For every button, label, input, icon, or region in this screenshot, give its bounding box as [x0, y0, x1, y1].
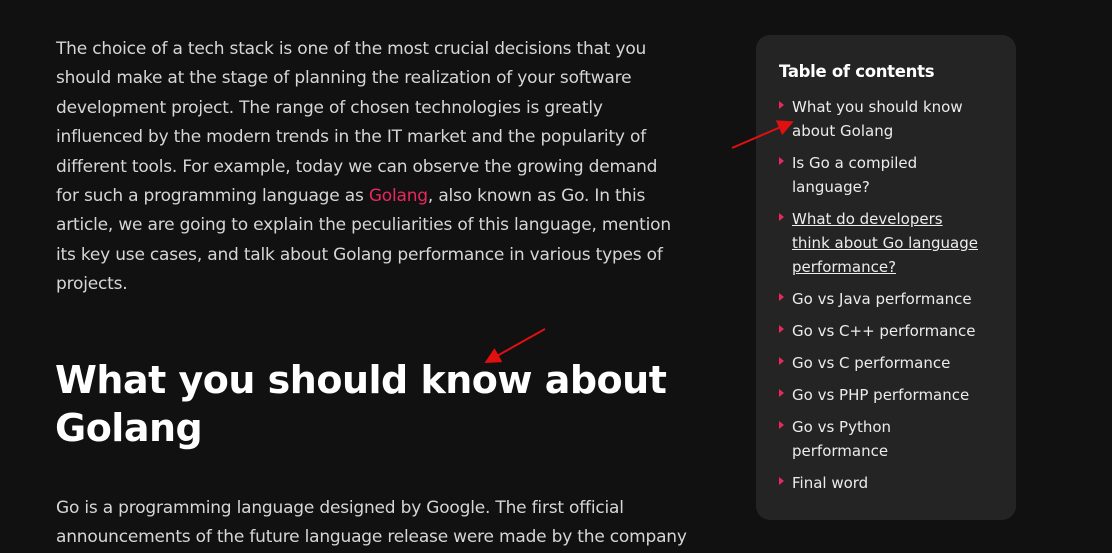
text-segment: for such a programming language as — [56, 185, 369, 206]
golang-link[interactable]: Golang — [369, 186, 428, 206]
bullet-triangle-icon — [779, 157, 784, 165]
text-line: announcements of the future language rel… — [56, 527, 687, 548]
toc-item-label: What do developers think about Go langua… — [792, 207, 1008, 279]
toc-item-label: Go vs C performance — [792, 351, 1008, 375]
toc-item-line: performance — [792, 442, 889, 460]
bullet-triangle-icon — [779, 213, 784, 221]
bullet-triangle-icon — [779, 421, 784, 429]
text-line: influenced by the modern trends in the I… — [56, 127, 646, 148]
toc-item-label: Go vs Python performance — [792, 415, 1008, 463]
text-line: different tools. For example, today we c… — [56, 156, 658, 177]
toc-item-label: Go vs PHP performance — [792, 383, 1008, 407]
toc-item[interactable]: Go vs Java performance — [778, 287, 1008, 311]
heading-line: What you should know about — [55, 358, 667, 402]
toc-item-line: What do developers — [792, 210, 943, 228]
toc-item-label: Go vs C++ performance — [792, 319, 1008, 343]
heading-line: Golang — [55, 406, 203, 450]
toc-item-line: performance? — [792, 258, 897, 276]
toc-list: What you should know about Golang Is Go a … — [778, 95, 1008, 503]
text-line: projects. — [56, 274, 128, 295]
toc-item-line: think about Go language — [792, 234, 978, 252]
toc-item-label: Go vs Java performance — [792, 287, 1008, 311]
toc-item[interactable]: Final word — [778, 471, 1008, 495]
bullet-triangle-icon — [779, 325, 784, 333]
toc-item-line: Final word — [792, 474, 869, 492]
text-line: its key use cases, and talk about Golang… — [56, 244, 663, 265]
text-line: Go is a programming language designed by… — [56, 498, 624, 518]
toc-item[interactable]: What do developers think about Go langua… — [778, 207, 1008, 279]
toc-item-label: Is Go a compiled language? — [792, 151, 1008, 199]
toc-item[interactable]: Go vs C performance — [778, 351, 1008, 375]
toc-item-line: language? — [792, 178, 870, 196]
bullet-triangle-icon — [779, 389, 784, 397]
toc-item-line: Is Go a compiled — [792, 154, 918, 172]
toc-item-label: Final word — [792, 471, 1008, 495]
second-paragraph: Go is a programming language designed by… — [56, 494, 687, 553]
text-line: article, we are going to explain the pec… — [56, 215, 671, 236]
toc-item[interactable]: Is Go a compiled language? — [778, 151, 1008, 199]
bullet-triangle-icon — [779, 477, 784, 485]
table-of-contents: Table of contents What you should know ab… — [756, 35, 1016, 520]
text-segment: , also known as Go. In this — [427, 185, 646, 206]
toc-item-line: Go vs Java performance — [792, 290, 972, 308]
text-line: for such a programming language as Golan… — [56, 182, 671, 211]
text-line: should make at the stage of planning the… — [56, 68, 632, 89]
toc-title: Table of contents — [779, 62, 935, 81]
toc-item[interactable]: Go vs C++ performance — [778, 319, 1008, 343]
toc-item[interactable]: Go vs PHP performance — [778, 383, 1008, 407]
toc-item-line: Go vs Python — [792, 418, 892, 436]
bullet-triangle-icon — [779, 293, 784, 301]
toc-item-line: What you should know — [792, 98, 963, 116]
text-line: development project. The range of chosen… — [56, 97, 603, 118]
toc-item-line: Go vs C performance — [792, 354, 951, 372]
toc-item-line: Go vs PHP performance — [792, 386, 970, 404]
text-line: The choice of a tech stack is one of the… — [56, 39, 647, 59]
toc-item[interactable]: Go vs Python performance — [778, 415, 1008, 463]
section-heading: What you should know about Golang — [55, 356, 667, 452]
toc-item-label: What you should know about Golang — [792, 95, 1008, 143]
toc-item-line: about Golang — [792, 122, 894, 140]
bullet-triangle-icon — [779, 101, 784, 109]
toc-item[interactable]: What you should know about Golang — [778, 95, 1008, 143]
bullet-triangle-icon — [779, 357, 784, 365]
intro-paragraph: The choice of a tech stack is one of the… — [56, 35, 671, 300]
toc-item-line: Go vs C++ performance — [792, 322, 976, 340]
